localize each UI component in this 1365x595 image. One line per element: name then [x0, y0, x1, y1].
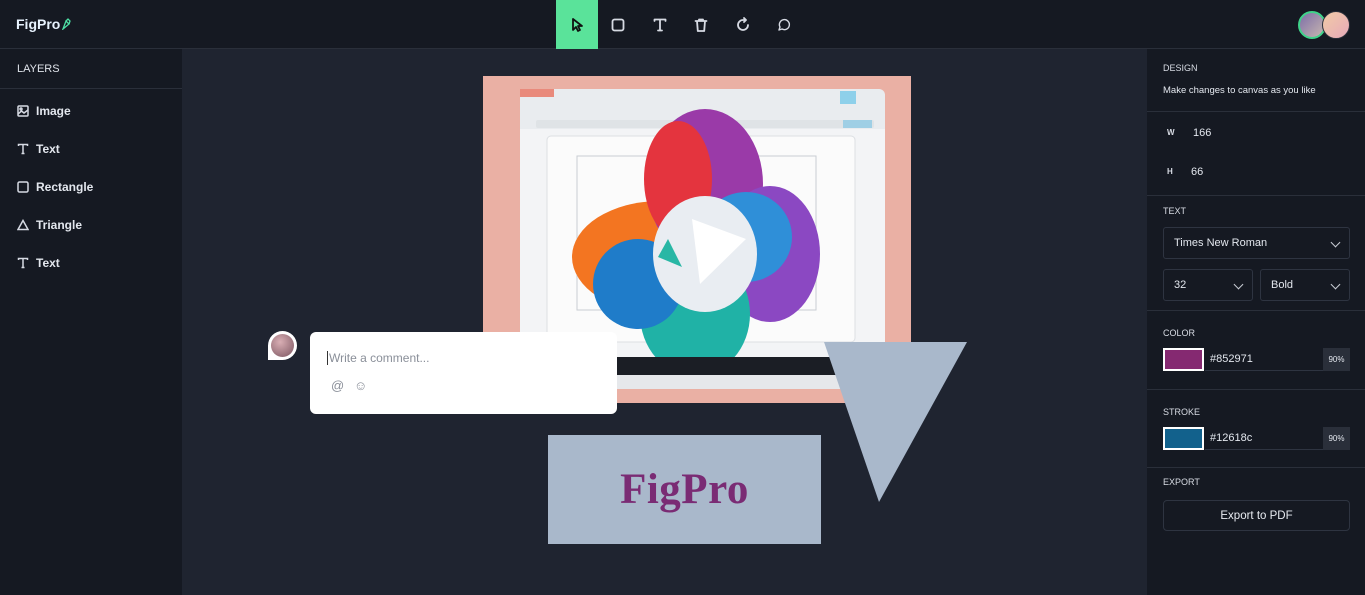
rectangle-tool-button[interactable] — [598, 0, 640, 49]
emoji-icon[interactable]: ☺ — [354, 378, 367, 393]
export-pdf-button[interactable]: Export to PDF — [1163, 500, 1350, 531]
chevron-down-icon — [1233, 279, 1244, 290]
chevron-down-icon — [1330, 279, 1341, 290]
text-icon — [17, 257, 29, 269]
font-family-value: Times New Roman — [1174, 237, 1268, 249]
layer-label: Image — [36, 104, 71, 118]
stroke-color-row: #12618c 90% — [1163, 427, 1350, 450]
layer-item-text[interactable]: Text — [17, 142, 60, 156]
layers-panel: LAYERS Image Text Rectangle Triangle Tex… — [0, 49, 182, 595]
layer-item-rectangle[interactable]: Rectangle — [17, 180, 93, 194]
reset-tool-button[interactable] — [722, 0, 764, 49]
text-section: TEXT Times New Roman 32 Bold — [1147, 196, 1365, 311]
width-input[interactable]: 166 — [1193, 127, 1211, 139]
rotate-icon — [736, 16, 749, 31]
canvas-triangle-object[interactable] — [824, 342, 968, 503]
comment-avatar-pin[interactable] — [268, 331, 297, 360]
stroke-opacity[interactable]: 90% — [1323, 427, 1350, 450]
layer-label: Triangle — [36, 218, 83, 232]
square-icon — [611, 18, 625, 31]
message-icon — [778, 18, 791, 31]
stroke-section-title: STROKE — [1163, 407, 1201, 417]
design-subtitle: Make changes to canvas as you like — [1163, 85, 1316, 96]
avatar[interactable] — [1322, 11, 1350, 39]
font-size-select[interactable]: 32 — [1163, 269, 1253, 301]
layer-item-image[interactable]: Image — [17, 104, 71, 118]
dimensions-section: W 166 H 66 — [1147, 112, 1365, 196]
pen-nib-icon — [62, 18, 72, 30]
delete-tool-button[interactable] — [681, 0, 723, 49]
font-weight-select[interactable]: Bold — [1260, 269, 1350, 301]
layer-label: Text — [36, 142, 60, 156]
stroke-section: STROKE #12618c 90% — [1147, 390, 1365, 468]
layer-item-triangle[interactable]: Triangle — [17, 218, 82, 232]
fill-color-row: #852971 90% — [1163, 348, 1350, 371]
font-weight-value: Bold — [1271, 279, 1294, 291]
logo-text: FigPro — [16, 16, 61, 32]
text-section-title: TEXT — [1163, 206, 1187, 216]
stroke-hex-input[interactable]: #12618c — [1210, 432, 1252, 444]
active-users — [1298, 11, 1352, 39]
canvas-text-value: FigPro — [620, 466, 749, 513]
comment-input[interactable]: Write a comment... — [327, 351, 429, 365]
stroke-color-swatch[interactable] — [1163, 427, 1204, 450]
trash-icon — [694, 18, 708, 32]
square-icon — [17, 181, 29, 193]
fill-hex-input[interactable]: #852971 — [1210, 353, 1253, 365]
width-label: W — [1167, 128, 1175, 137]
layer-label: Text — [36, 256, 60, 270]
app-logo[interactable]: FigPro — [16, 16, 72, 32]
mention-icon[interactable]: @ — [331, 378, 344, 393]
fill-opacity[interactable]: 90% — [1323, 348, 1350, 371]
avatar — [271, 334, 294, 357]
top-bar: FigPro — [0, 0, 1365, 49]
layer-label: Rectangle — [36, 180, 94, 194]
text-icon — [653, 18, 667, 31]
color-section: COLOR #852971 90% — [1147, 311, 1365, 390]
canvas-text-object[interactable]: FigPro — [548, 435, 821, 544]
color-section-title: COLOR — [1163, 328, 1196, 338]
layer-item-text-2[interactable]: Text — [17, 256, 60, 270]
comment-box: Write a comment... @ ☺ — [310, 332, 617, 414]
triangle-icon — [17, 219, 29, 231]
cursor-icon — [571, 17, 583, 32]
toolbar — [556, 0, 805, 49]
comment-tool-button[interactable] — [764, 0, 806, 49]
layers-title: LAYERS — [0, 49, 182, 89]
text-icon — [17, 143, 29, 155]
design-panel: DESIGN Make changes to canvas as you lik… — [1147, 49, 1365, 595]
design-header: DESIGN Make changes to canvas as you lik… — [1147, 49, 1365, 112]
text-tool-button[interactable] — [639, 0, 681, 49]
font-size-value: 32 — [1174, 279, 1187, 291]
height-input[interactable]: 66 — [1191, 166, 1203, 178]
export-section-title: EXPORT — [1163, 477, 1200, 487]
font-family-select[interactable]: Times New Roman — [1163, 227, 1350, 259]
select-tool-button[interactable] — [556, 0, 598, 49]
fill-color-swatch[interactable] — [1163, 348, 1204, 371]
design-title: DESIGN — [1163, 63, 1198, 73]
image-icon — [17, 105, 29, 117]
height-label: H — [1167, 167, 1173, 176]
chevron-down-icon — [1330, 237, 1341, 248]
